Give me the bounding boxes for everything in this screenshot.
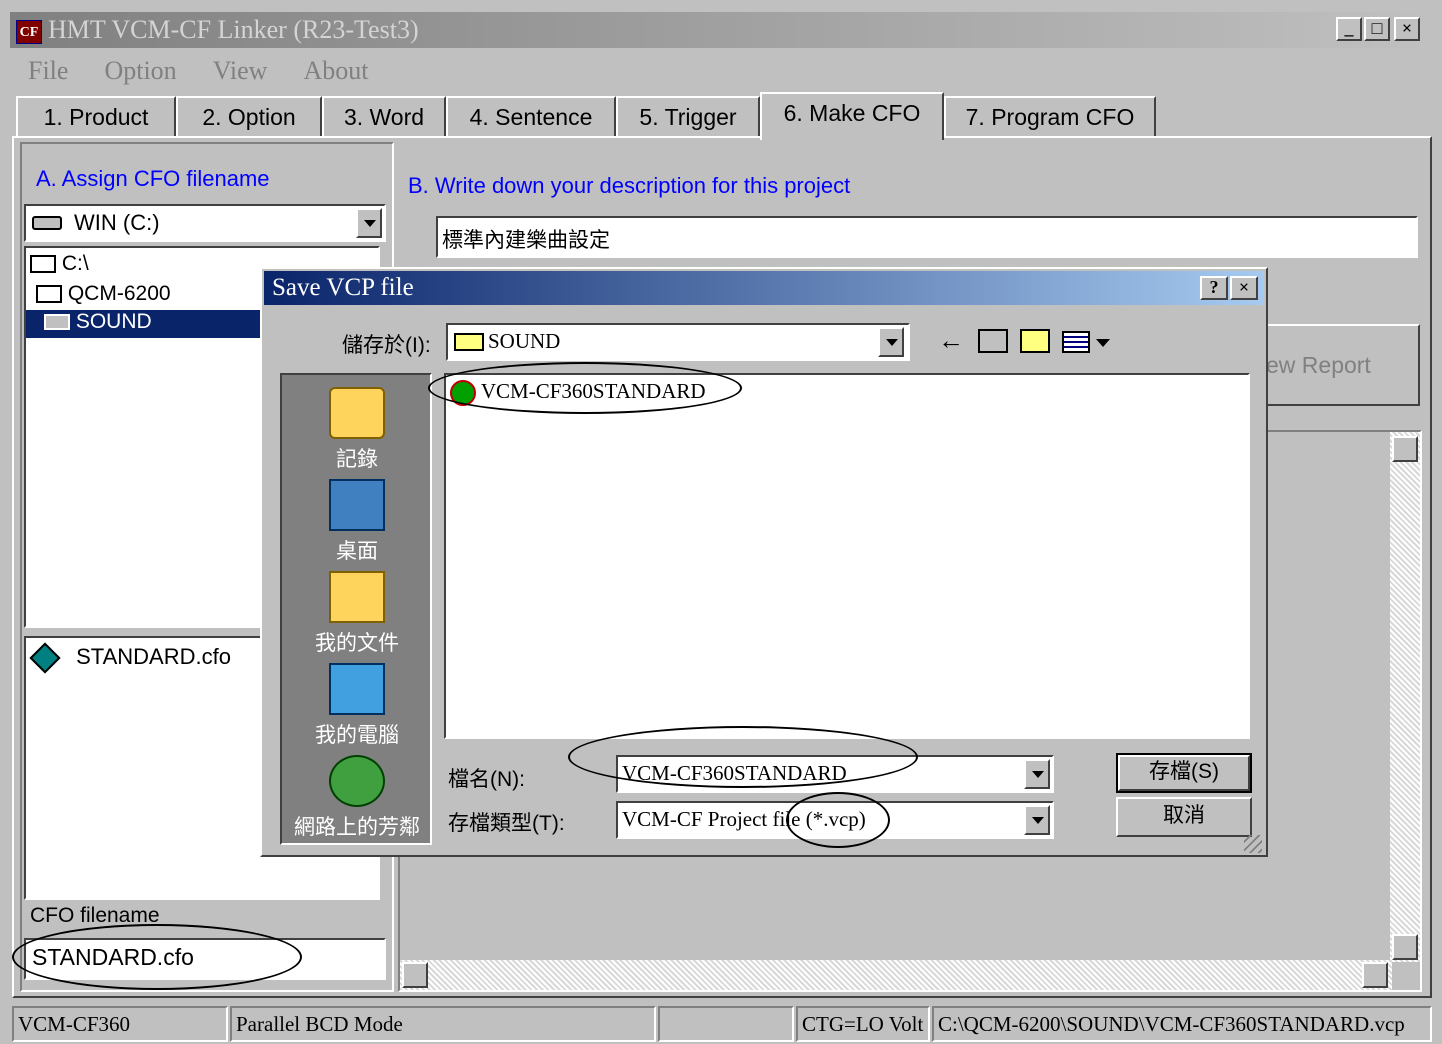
vertical-scrollbar[interactable] — [1390, 432, 1420, 962]
save-button-frame: 存檔(S) — [1116, 753, 1252, 793]
dialog-file-list[interactable]: VCM-CF360STANDARD — [444, 373, 1250, 739]
folder-icon — [454, 333, 484, 351]
vcp-file-icon — [450, 380, 476, 407]
up-folder-icon[interactable] — [978, 329, 1008, 353]
my-computer-icon — [329, 663, 385, 715]
folder-item-root[interactable]: C:\ — [30, 252, 89, 276]
file-item[interactable]: STANDARD.cfo — [29, 642, 231, 674]
cfo-filename-label: CFO filename — [30, 904, 160, 927]
tab-product[interactable]: 1. Product — [16, 96, 176, 136]
desktop-icon — [329, 479, 385, 531]
places-history[interactable]: 記錄 — [282, 387, 432, 473]
minimize-button[interactable]: _ — [1336, 17, 1362, 41]
menu-file[interactable]: File — [28, 52, 68, 90]
dialog-titlebar: Save VCP file ? × — [264, 271, 1264, 305]
scroll-left-arrow[interactable] — [402, 962, 428, 988]
save-dialog: Save VCP file ? × 儲存於(I): SOUND ← 記錄 桌面 … — [260, 267, 1268, 857]
filetype-select[interactable]: VCM-CF Project file (*.vcp) — [616, 801, 1054, 839]
window-titlebar: CF HMT VCM-CF Linker (R23-Test3) _ □ × — [10, 12, 1430, 48]
drive-icon — [32, 216, 62, 230]
places-my-computer[interactable]: 我的電腦 — [282, 663, 432, 749]
new-folder-icon[interactable] — [1020, 329, 1050, 353]
back-arrow-icon[interactable]: ← — [938, 325, 964, 356]
filetype-value: VCM-CF Project file (*.vcp) — [622, 807, 866, 831]
filename-value: VCM-CF360STANDARD — [622, 761, 847, 785]
scroll-up-arrow[interactable] — [1392, 436, 1418, 462]
menu-bar: File Option View About — [10, 52, 382, 90]
menu-option[interactable]: Option — [104, 52, 176, 90]
places-bar: 記錄 桌面 我的文件 我的電腦 網路上的芳鄰 — [280, 373, 432, 845]
app-icon: CF — [16, 20, 42, 44]
history-icon — [329, 387, 385, 439]
assign-cfo-label: A. Assign CFO filename — [36, 166, 270, 191]
tab-program-cfo[interactable]: 7. Program CFO — [944, 96, 1156, 136]
cfo-file-icon — [29, 642, 61, 674]
network-icon — [329, 755, 385, 807]
view-menu-icon[interactable] — [1062, 331, 1090, 353]
chevron-down-icon[interactable] — [1024, 805, 1050, 835]
resize-grip-icon[interactable] — [1244, 835, 1262, 853]
window-title: HMT VCM-CF Linker (R23-Test3) — [48, 15, 419, 44]
open-folder-icon — [44, 314, 70, 331]
tab-make-cfo[interactable]: 6. Make CFO — [760, 92, 944, 140]
dialog-title: Save VCP file — [272, 274, 414, 301]
view-chevron-icon[interactable] — [1096, 339, 1110, 347]
status-product: VCM-CF360 — [12, 1006, 228, 1042]
places-network[interactable]: 網路上的芳鄰 — [282, 755, 432, 841]
horizontal-scrollbar[interactable] — [400, 960, 1392, 990]
close-button[interactable]: × — [1394, 17, 1420, 41]
cfo-filename-input[interactable]: STANDARD.cfo — [24, 938, 386, 980]
tab-word[interactable]: 3. Word — [322, 96, 446, 136]
dialog-file-item[interactable]: VCM-CF360STANDARD — [450, 379, 706, 407]
status-ctg: CTG=LO Volt — [796, 1006, 930, 1042]
menu-view[interactable]: View — [213, 52, 268, 90]
drive-label: WIN (C:) — [74, 210, 160, 235]
folder-item-qcm[interactable]: QCM-6200 — [36, 282, 171, 306]
save-in-select[interactable]: SOUND — [446, 323, 910, 361]
dialog-close-button[interactable]: × — [1230, 276, 1258, 300]
places-desktop[interactable]: 桌面 — [282, 479, 432, 565]
chevron-down-icon[interactable] — [878, 327, 904, 357]
status-mode: Parallel BCD Mode — [230, 1006, 656, 1042]
my-documents-icon — [329, 571, 385, 623]
description-label: B. Write down your description for this … — [408, 173, 851, 198]
help-button[interactable]: ? — [1200, 276, 1228, 300]
open-folder-icon — [30, 255, 56, 274]
save-button[interactable]: 存檔(S) — [1118, 755, 1250, 791]
menu-about[interactable]: About — [303, 52, 368, 90]
save-in-label: 儲存於(I): — [342, 334, 431, 357]
filetype-label: 存檔類型(T): — [448, 812, 565, 835]
status-path: C:\QCM-6200\SOUND\VCM-CF360STANDARD.vcp — [932, 1006, 1432, 1042]
status-empty — [658, 1006, 794, 1042]
cancel-button[interactable]: 取消 — [1116, 797, 1252, 837]
scroll-right-arrow[interactable] — [1362, 962, 1388, 988]
tab-sentence[interactable]: 4. Sentence — [446, 96, 616, 136]
tab-trigger[interactable]: 5. Trigger — [616, 96, 760, 136]
open-folder-icon — [36, 285, 62, 304]
filename-input[interactable]: VCM-CF360STANDARD — [616, 755, 1054, 793]
description-input[interactable]: 標準內建樂曲設定 — [436, 216, 1418, 258]
save-in-value: SOUND — [488, 329, 561, 353]
chevron-down-icon[interactable] — [356, 208, 382, 238]
chevron-down-icon[interactable] — [1024, 759, 1050, 789]
places-my-documents[interactable]: 我的文件 — [282, 571, 432, 657]
drive-select[interactable]: WIN (C:) — [24, 204, 386, 242]
scroll-down-arrow[interactable] — [1392, 934, 1418, 960]
filename-label: 檔名(N): — [448, 768, 525, 791]
maximize-button[interactable]: □ — [1364, 17, 1390, 41]
tab-option[interactable]: 2. Option — [176, 96, 322, 136]
